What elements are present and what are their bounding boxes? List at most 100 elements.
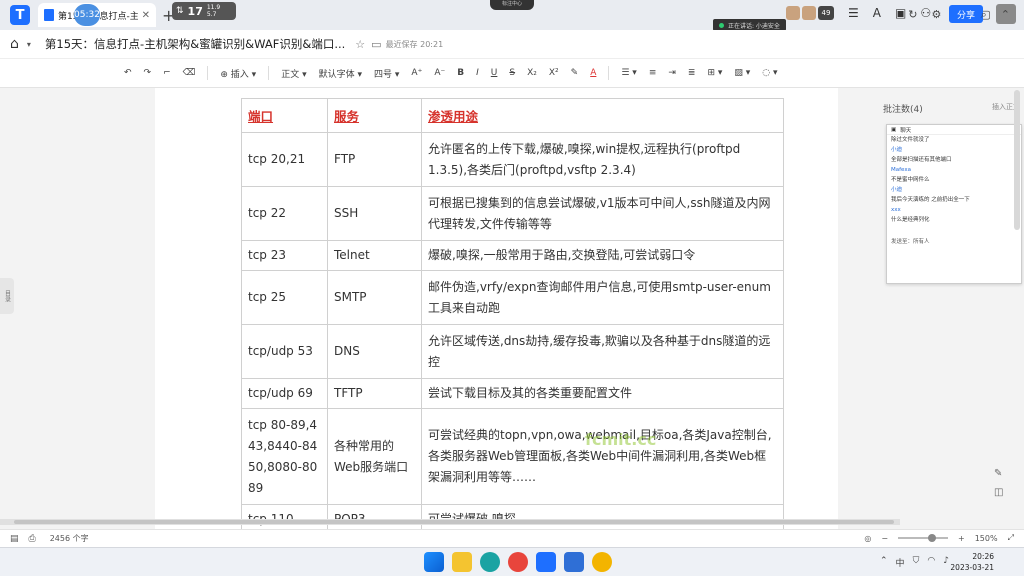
indent-icon[interactable]: ⇥ (668, 68, 676, 78)
edge-icon[interactable] (480, 552, 500, 572)
strike-button[interactable]: S (509, 68, 515, 78)
align-icon[interactable]: ≣ (688, 68, 696, 78)
settings-icon[interactable]: ⚙ (932, 8, 942, 21)
table-row[interactable]: tcp/udp 53 DNS 允许区域传送,dns劫持,缓存投毒,欺骗以及各种基… (241, 324, 784, 379)
style-select[interactable]: 正文 ▾ (281, 67, 306, 80)
zoom-slider[interactable] (898, 534, 949, 542)
size-select[interactable]: 四号 ▾ (374, 67, 399, 80)
chat-window[interactable]: ▣ 聊天 除过文件就没了 小迪 全部是扫描还有其他端口 Mafexa 不是蜜中网… (886, 124, 1022, 284)
insert-menu[interactable]: ⊕ 插入 ▾ (220, 67, 256, 80)
table-row[interactable]: tcp 23 Telnet 爆破,嗅探,一般常用于路由,交换登陆,可尝试弱口令 (241, 240, 784, 271)
port-cell[interactable]: tcp 22 (241, 186, 328, 241)
chat-send-target[interactable]: 发送至：所有人 (891, 237, 930, 245)
outline-toggle[interactable]: 目录 (0, 278, 14, 314)
font-select[interactable]: 默认字体 ▾ (319, 67, 362, 80)
document-title[interactable]: 第15天：信息打点-主机架构&蜜罐识别&WAF识别&端口... (45, 36, 345, 52)
table-row[interactable]: tcp 22 SSH 可根据已搜集到的信息尝试爆破,v1版本可中间人,ssh隧道… (241, 186, 784, 241)
docs-app-icon[interactable] (536, 552, 556, 572)
usage-cell[interactable]: 邮件伪造,vrfy/expn查询邮件用户信息,可使用smtp-user-enum… (421, 270, 784, 325)
usage-cell[interactable]: 可尝试经典的topn,vpn,owa,webmail,目标oa,各类Java控制… (421, 408, 784, 505)
folder-icon[interactable]: ▭ (371, 38, 381, 51)
font-shrink-icon[interactable]: A⁻ (434, 68, 445, 78)
usage-cell[interactable]: 尝试下载目标及其的各类重要配置文件 (421, 378, 784, 409)
italic-button[interactable]: I (476, 68, 479, 78)
print-icon[interactable]: ⎙ (29, 534, 36, 544)
port-cell[interactable]: tcp 25 (241, 270, 328, 325)
collaborator-avatars[interactable]: 49 (786, 6, 834, 20)
zoom-level[interactable]: 150% (975, 534, 998, 543)
file-explorer-icon[interactable] (452, 552, 472, 572)
horizontal-scrollbar[interactable] (0, 519, 900, 525)
scroll-thumb[interactable] (14, 520, 894, 524)
chevron-up-icon[interactable]: ⌃ (880, 556, 888, 569)
zoom-knob[interactable] (928, 534, 937, 542)
table-icon[interactable]: ⊞ ▾ (707, 68, 722, 78)
edit-icon[interactable]: ✎ (994, 468, 1003, 479)
service-cell[interactable]: TFTP (327, 378, 422, 409)
table-row[interactable]: tcp 110 POP3 可尝试爆破,嗅探 (241, 504, 784, 529)
system-clock[interactable]: 20:26 2023-03-21 (950, 551, 994, 573)
wifi-icon[interactable]: ◠ (927, 556, 935, 569)
usage-cell[interactable]: 可根据已搜集到的信息尝试爆破,v1版本可中间人,ssh隧道及内网代理转发,文件传… (421, 186, 784, 241)
page-view-icon[interactable]: ▤ (10, 534, 19, 544)
vertical-scrollbar[interactable] (1014, 90, 1020, 230)
comment-icon[interactable]: ◫ (994, 487, 1003, 498)
share-button[interactable]: 分享 (949, 5, 983, 23)
bold-button[interactable]: B (457, 68, 464, 78)
chevron-down-icon[interactable]: ▾ (27, 40, 31, 49)
usage-cell[interactable]: 可尝试爆破,嗅探 (421, 504, 784, 529)
add-user-icon[interactable]: ⚇ (920, 6, 931, 20)
port-cell[interactable]: tcp 23 (241, 240, 328, 271)
document-page[interactable]: 端口 服务 渗透用途 tcp 20,21 FTP 允许匿名的上传下载,爆破,嗅探… (155, 88, 838, 529)
service-cell[interactable]: 各种常用的Web服务端口 (327, 408, 422, 505)
tab-close-icon[interactable]: ✕ (142, 10, 150, 21)
image-app-icon[interactable] (564, 552, 584, 572)
underline-button[interactable]: U (491, 68, 498, 78)
port-cell[interactable]: tcp/udp 53 (241, 324, 328, 379)
subscript-button[interactable]: X₂ (527, 68, 537, 78)
volume-icon[interactable]: ♪ (943, 556, 949, 569)
table-row[interactable]: tcp 80-89,443,8440-8450,8080-8089 各种常用的W… (241, 408, 784, 505)
undo-icon[interactable]: ↶ (124, 68, 132, 78)
font-grow-icon[interactable]: A⁺ (411, 68, 422, 78)
star-icon[interactable]: ☆ (355, 38, 365, 51)
numbered-list-icon[interactable]: ≡ (649, 68, 657, 78)
menu-icon[interactable]: ☰ (848, 6, 859, 20)
port-cell[interactable]: tcp 20,21 (241, 132, 328, 187)
redo-icon[interactable]: ↷ (144, 68, 152, 78)
table-row[interactable]: tcp/udp 69 TFTP 尝试下载目标及其的各类重要配置文件 (241, 378, 784, 409)
chevron-up-icon[interactable]: ⌃ (1001, 8, 1010, 22)
usage-cell[interactable]: 爆破,嗅探,一般常用于路由,交换登陆,可尝试弱口令 (421, 240, 784, 271)
clear-format-icon[interactable]: ⌫ (183, 68, 196, 78)
usage-cell[interactable]: 允许区域传送,dns劫持,缓存投毒,欺骗以及各种基于dns隧道的远控 (421, 324, 784, 379)
usage-cell[interactable]: 允许匿名的上传下载,爆破,嗅探,win提权,远程执行(proftpd 1.3.5… (421, 132, 784, 187)
table-row[interactable]: tcp 25 SMTP 邮件伪造,vrfy/expn查询邮件用户信息,可使用sm… (241, 270, 784, 325)
service-cell[interactable]: Telnet (327, 240, 422, 271)
home-icon[interactable]: ⌂ (10, 36, 19, 52)
more-icon[interactable]: ◌ ▾ (762, 68, 777, 78)
port-cell[interactable]: tcp 80-89,443,8440-8450,8080-8089 (241, 408, 328, 505)
port-cell[interactable]: tcp 110 (241, 504, 328, 529)
service-cell[interactable]: SSH (327, 186, 422, 241)
service-cell[interactable]: POP3 (327, 504, 422, 529)
fullscreen-icon[interactable]: ⤢ (1008, 533, 1014, 543)
word-count[interactable]: 2456 个字 (50, 533, 89, 544)
service-cell[interactable]: FTP (327, 132, 422, 187)
focus-icon[interactable]: ◎ (864, 534, 871, 543)
text-format-icon[interactable]: A (873, 6, 881, 20)
superscript-button[interactable]: X² (549, 68, 559, 78)
list-icon[interactable]: ☰ ▾ (621, 68, 636, 78)
shield-icon[interactable]: ⛉ (913, 556, 920, 569)
language-indicator[interactable]: 中 (896, 556, 905, 569)
image-icon[interactable]: ▨ ▾ (734, 68, 750, 78)
service-cell[interactable]: SMTP (327, 270, 422, 325)
search-icon[interactable]: ⌕ (981, 8, 987, 22)
port-table[interactable]: 端口 服务 渗透用途 tcp 20,21 FTP 允许匿名的上传下载,爆破,嗅探… (241, 98, 784, 529)
zoom-in-icon[interactable]: + (958, 534, 965, 543)
port-cell[interactable]: tcp/udp 69 (241, 378, 328, 409)
chrome-icon[interactable] (592, 552, 612, 572)
highlight-icon[interactable]: ✎ (571, 68, 579, 78)
start-icon[interactable] (424, 552, 444, 572)
format-painter-icon[interactable]: ⌐ (163, 68, 171, 78)
table-row[interactable]: tcp 20,21 FTP 允许匿名的上传下载,爆破,嗅探,win提权,远程执行… (241, 132, 784, 187)
